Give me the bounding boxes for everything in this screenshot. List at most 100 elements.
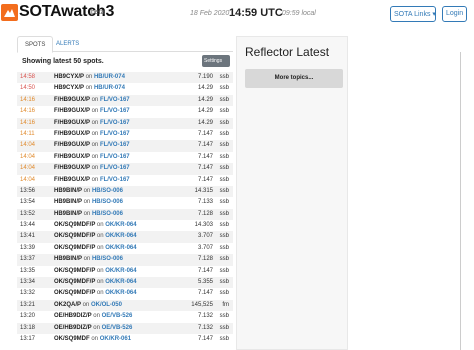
spot-on-label: on xyxy=(96,222,104,229)
spot-summit-link[interactable]: FL/VO-167 xyxy=(100,131,130,137)
spot-row: 13:21 OK2QA/P on OK/OL-050 145,525 fm xyxy=(17,299,233,312)
spot-callsign-cell: HB9BIN/P on HB/SO-006 xyxy=(54,197,123,208)
spot-summit-link[interactable]: HB/UR-074 xyxy=(94,85,125,91)
spot-on-label: on xyxy=(83,210,91,217)
local-clock: 09:59 local xyxy=(282,10,316,17)
spot-frequency: 14.315 xyxy=(194,187,213,194)
spot-summit-link[interactable]: HB/SO-006 xyxy=(92,199,123,205)
spot-mode: ssb xyxy=(219,335,229,342)
tab-spots[interactable]: SPOTS xyxy=(17,36,54,53)
spot-callsign[interactable]: F/HB9GUX/P xyxy=(54,177,90,183)
spot-on-label: on xyxy=(91,130,99,137)
spot-callsign-cell: F/HB9GUX/P on FL/VO-167 xyxy=(54,163,130,174)
spot-summit-link[interactable]: OK/OL-050 xyxy=(91,302,122,308)
spot-time: 13:18 xyxy=(20,324,36,331)
spot-frequency: 3.707 xyxy=(197,244,213,251)
spot-callsign[interactable]: OK/SQ9MDF/P xyxy=(54,233,95,239)
spot-on-label: on xyxy=(82,301,90,308)
spot-summit-link[interactable]: HB/UR-074 xyxy=(94,74,125,80)
spot-time: 13:34 xyxy=(20,279,36,286)
spot-callsign[interactable]: OK2QA/P xyxy=(54,302,81,308)
spot-on-label: on xyxy=(93,324,100,331)
spot-callsign[interactable]: HB9BIN/P xyxy=(54,199,82,205)
spot-callsign[interactable]: F/HB9GUX/P xyxy=(54,131,90,137)
spot-summit-link[interactable]: FL/VO-167 xyxy=(100,108,130,114)
spot-summit-link[interactable]: OK/KR-061 xyxy=(100,336,131,342)
spot-mode: ssb xyxy=(219,233,229,240)
spot-callsign[interactable]: HB9CYX/P xyxy=(54,74,84,80)
spot-summit-link[interactable]: HB/SO-006 xyxy=(92,188,123,194)
spot-callsign[interactable]: OK/SQ9MDF/P xyxy=(54,268,95,274)
spot-summit-link[interactable]: OE/VB-526 xyxy=(102,313,133,319)
spot-mode: ssb xyxy=(219,176,229,183)
spot-frequency: 7.133 xyxy=(197,199,213,206)
spot-callsign-cell: HB9BIN/P on HB/SO-006 xyxy=(54,186,123,197)
tab-bar: SPOTS ALERTS xyxy=(17,36,233,53)
spot-callsign[interactable]: OK/SQ9MDF/P xyxy=(54,222,95,228)
spot-time: 13:37 xyxy=(20,256,36,263)
spot-frequency: 7.147 xyxy=(197,165,213,172)
spot-summit-link[interactable]: OK/KR-064 xyxy=(105,233,136,239)
spot-frequency: 7.128 xyxy=(197,210,213,217)
spot-callsign[interactable]: HB9BIN/P xyxy=(54,211,82,217)
spot-mode: ssb xyxy=(219,165,229,172)
spot-callsign[interactable]: OE/HB9DIZ/P xyxy=(54,325,92,331)
spot-callsign[interactable]: OK/SQ9MDF/P xyxy=(54,290,95,296)
spot-callsign[interactable]: HB9BIN/P xyxy=(54,188,82,194)
spot-row: 14:04 F/HB9GUX/P on FL/VO-167 7.147 ssb xyxy=(17,140,233,152)
spot-summit-link[interactable]: OK/KR-064 xyxy=(105,290,136,296)
spot-callsign[interactable]: OE/HB9DIZ/P xyxy=(54,313,92,319)
spot-summit-link[interactable]: FL/VO-167 xyxy=(100,120,130,126)
spot-summit-link[interactable]: HB/SO-006 xyxy=(92,211,123,217)
spot-on-label: on xyxy=(83,187,91,194)
spot-callsign[interactable]: HB9CYX/P xyxy=(54,85,84,91)
spot-callsign[interactable]: F/HB9GUX/P xyxy=(54,120,90,126)
spot-frequency: 7.147 xyxy=(197,267,213,274)
spot-summit-link[interactable]: FL/VO-167 xyxy=(100,165,130,171)
spot-callsign[interactable]: HB9BIN/P xyxy=(54,256,82,262)
spot-mode: ssb xyxy=(219,313,229,320)
spot-time: 13:54 xyxy=(20,199,36,206)
spot-callsign[interactable]: OK/SQ9MDF xyxy=(54,336,90,342)
spot-row: 13:32 OK/SQ9MDF/P on OK/KR-064 7.147 ssb xyxy=(17,288,233,299)
spot-row: 14:16 F/HB9GUX/P on FL/VO-167 14.29 ssb xyxy=(17,94,233,107)
spot-summit-link[interactable]: HB/SO-006 xyxy=(92,256,123,262)
spot-mode: ssb xyxy=(219,199,229,206)
spot-summit-link[interactable]: FL/VO-167 xyxy=(100,97,130,103)
reflector-title: Reflector Latest xyxy=(245,45,330,59)
spot-summit-link[interactable]: OE/VB-526 xyxy=(102,325,133,331)
sota-links-dropdown-button[interactable]: SOTA Links ▾ xyxy=(390,6,436,22)
spot-callsign-cell: OK/SQ9MDF on OK/KR-061 xyxy=(54,334,131,345)
spot-summit-link[interactable]: FL/VO-167 xyxy=(100,154,130,160)
spot-mode: ssb xyxy=(219,187,229,194)
sotawatch-logo-icon[interactable] xyxy=(1,4,18,21)
spot-summit-link[interactable]: OK/KR-064 xyxy=(105,279,136,285)
spot-row: 14:04 F/HB9GUX/P on FL/VO-167 7.147 ssb xyxy=(17,152,233,163)
spot-mode: ssb xyxy=(219,142,229,149)
spot-time: 14:04 xyxy=(20,165,36,172)
settings-button[interactable]: Settings xyxy=(202,55,230,67)
spot-callsign[interactable]: F/HB9GUX/P xyxy=(54,108,90,114)
spot-time: 13:35 xyxy=(20,267,36,274)
spot-frequency: 14.29 xyxy=(197,108,213,115)
spot-summit-link[interactable]: OK/KR-064 xyxy=(105,245,136,251)
spot-callsign[interactable]: F/HB9GUX/P xyxy=(54,154,90,160)
spot-callsign[interactable]: F/HB9GUX/P xyxy=(54,142,90,148)
spot-time: 14:58 xyxy=(20,74,36,80)
spot-on-label: on xyxy=(91,142,99,149)
spot-frequency: 14.303 xyxy=(194,222,213,229)
more-topics-button[interactable]: More topics... xyxy=(245,69,343,88)
spot-row: 14:58 HB9CYX/P on HB/UR-074 7.190 ssb xyxy=(17,72,233,84)
spot-callsign[interactable]: OK/SQ9MDF/P xyxy=(54,279,95,285)
login-button[interactable]: Login xyxy=(442,6,467,22)
spot-callsign-cell: OK2QA/P on OK/OL-050 xyxy=(54,300,122,311)
spot-summit-link[interactable]: OK/KR-064 xyxy=(105,268,136,274)
spot-on-label: on xyxy=(91,153,99,160)
spot-callsign[interactable]: F/HB9GUX/P xyxy=(54,165,90,171)
spot-callsign[interactable]: OK/SQ9MDF/P xyxy=(54,245,95,251)
spot-summit-link[interactable]: OK/KR-064 xyxy=(105,222,136,228)
spot-summit-link[interactable]: FL/VO-167 xyxy=(100,177,130,183)
tab-alerts[interactable]: ALERTS xyxy=(49,36,86,53)
spot-summit-link[interactable]: FL/VO-167 xyxy=(100,142,130,148)
spot-callsign[interactable]: F/HB9GUX/P xyxy=(54,97,90,103)
